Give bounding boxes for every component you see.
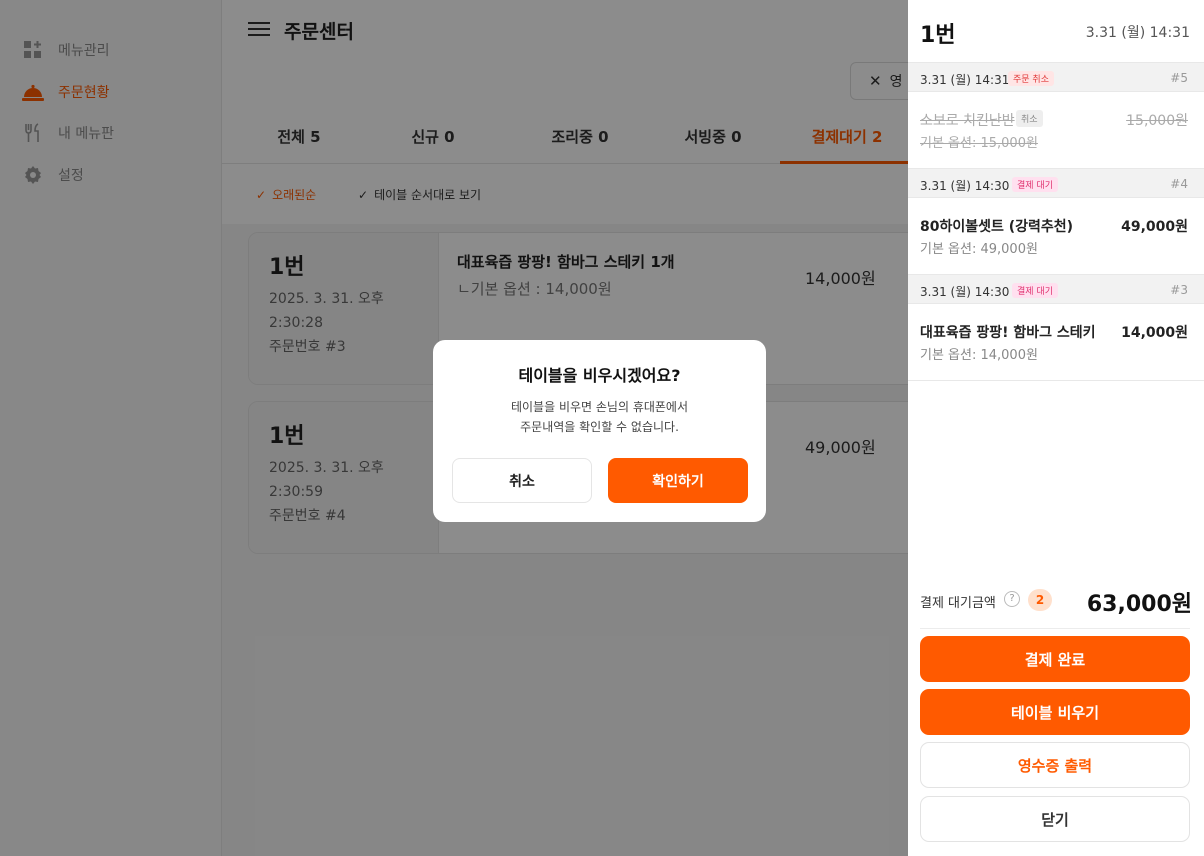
panel-timestamp: 3.31 (월) 14:31	[1085, 25, 1190, 41]
pending-total-label: 결제 대기금액	[920, 596, 996, 611]
pending-count-badge: 2	[1028, 589, 1052, 611]
order-line-item: 대표육즙 팡팡! 함바그 스테키 기본 옵션: 14,000원 14,000원	[908, 304, 1204, 380]
order-line-item: 소보로 치킨난반 취소 기본 옵션: 15,000원 15,000원	[908, 92, 1204, 168]
divider	[908, 380, 1204, 381]
status-badge: 결제 대기	[1012, 177, 1058, 192]
item-option: 기본 옵션: 49,000원	[920, 242, 1038, 257]
item-price: 49,000원	[1121, 219, 1188, 235]
order-detail-panel: 1번 3.31 (월) 14:31 3.31 (월) 14:31 주문 취소 #…	[908, 0, 1204, 856]
order-group-header: 3.31 (월) 14:31 주문 취소 #5	[908, 62, 1204, 92]
group-time: 3.31 (월) 14:30	[920, 285, 1010, 299]
payment-complete-button[interactable]: 결제 완료	[920, 636, 1190, 682]
divider	[920, 628, 1190, 629]
group-order-number: #5	[1170, 71, 1188, 85]
dialog-confirm-button[interactable]: 확인하기	[608, 458, 748, 503]
print-receipt-button[interactable]: 영수증 출력	[920, 742, 1190, 788]
pending-total-row: 결제 대기금액 ? 2 63,000원	[920, 586, 1192, 617]
dialog-description-line: 주문내역을 확인할 수 없습니다.	[520, 420, 679, 434]
group-order-number: #4	[1170, 177, 1188, 191]
item-option: 기본 옵션: 14,000원	[920, 348, 1038, 363]
status-badge: 결제 대기	[1012, 283, 1058, 298]
help-icon[interactable]: ?	[1004, 591, 1020, 607]
panel-table-title: 1번	[920, 23, 956, 48]
group-time: 3.31 (월) 14:30	[920, 179, 1010, 193]
dialog-cancel-button[interactable]: 취소	[452, 458, 592, 503]
dialog-description: 테이블을 비우면 손님의 휴대폰에서 주문내역을 확인할 수 없습니다.	[433, 397, 766, 437]
pending-total-amount: 63,000원	[1086, 592, 1192, 617]
close-panel-button[interactable]: 닫기	[920, 796, 1190, 842]
item-price: 15,000원	[1126, 113, 1188, 129]
panel-header: 1번 3.31 (월) 14:31	[908, 0, 1204, 62]
group-order-number: #3	[1170, 283, 1188, 297]
item-option: 기본 옵션: 15,000원	[920, 136, 1038, 151]
clear-table-button[interactable]: 테이블 비우기	[920, 689, 1190, 735]
item-name: 80하이볼셋트 (강력추천)	[920, 219, 1074, 235]
order-group-header: 3.31 (월) 14:30 결제 대기 #4	[908, 168, 1204, 198]
dialog-title: 테이블을 비우시겠어요?	[518, 366, 681, 385]
item-name: 대표육즙 팡팡! 함바그 스테키	[920, 325, 1096, 341]
item-name: 소보로 치킨난반	[920, 113, 1015, 129]
clear-table-dialog: 테이블을 비우시겠어요? 테이블을 비우면 손님의 휴대폰에서 주문내역을 확인…	[433, 340, 766, 522]
status-badge: 주문 취소	[1008, 71, 1054, 86]
dialog-description-line: 테이블을 비우면 손님의 휴대폰에서	[510, 400, 689, 414]
order-line-item: 80하이볼셋트 (강력추천) 기본 옵션: 49,000원 49,000원	[908, 198, 1204, 274]
item-price: 14,000원	[1121, 325, 1188, 341]
cancel-tag: 취소	[1016, 110, 1043, 127]
group-time: 3.31 (월) 14:31	[920, 73, 1010, 87]
order-group-header: 3.31 (월) 14:30 결제 대기 #3	[908, 274, 1204, 304]
